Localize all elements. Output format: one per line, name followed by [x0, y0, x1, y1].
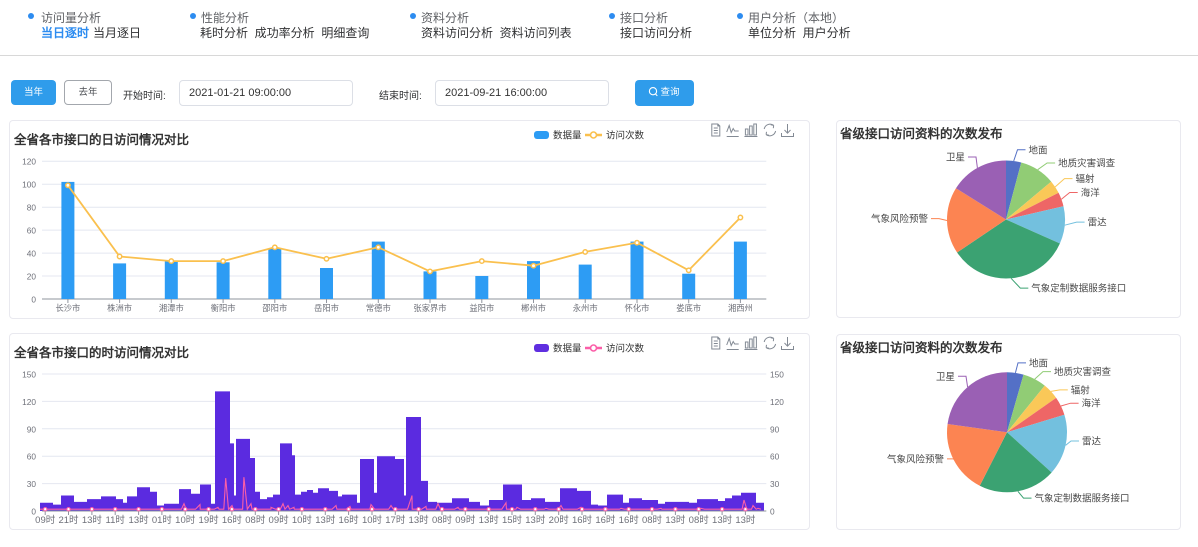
svg-text:16时: 16时: [595, 514, 616, 526]
svg-text:0: 0: [31, 295, 36, 305]
svg-text:衡阳市: 衡阳市: [211, 303, 236, 313]
svg-text:15时: 15时: [502, 514, 523, 526]
svg-text:08时: 08时: [432, 514, 453, 526]
svg-text:株洲市: 株洲市: [107, 303, 132, 313]
svg-text:80: 80: [27, 203, 37, 213]
svg-text:13时: 13时: [82, 514, 103, 526]
svg-text:16时: 16时: [339, 514, 360, 526]
svg-text:60: 60: [27, 226, 37, 236]
svg-text:09时: 09时: [35, 514, 56, 526]
svg-text:01时: 01时: [152, 514, 173, 526]
svg-text:辐射: 辐射: [1076, 173, 1096, 185]
svg-text:120: 120: [22, 397, 36, 407]
svg-text:120: 120: [770, 397, 784, 407]
svg-text:雷达: 雷达: [1082, 436, 1102, 448]
svg-text:地面: 地面: [1029, 144, 1048, 156]
svg-text:10时: 10时: [292, 514, 313, 526]
svg-text:09时: 09时: [269, 514, 290, 526]
svg-text:访问次数: 访问次数: [606, 130, 645, 142]
svg-text:永州市: 永州市: [573, 303, 598, 313]
svg-text:150: 150: [22, 370, 36, 380]
svg-text:16时: 16时: [619, 514, 640, 526]
svg-text:40: 40: [27, 249, 37, 259]
svg-text:09时: 09时: [455, 514, 476, 526]
svg-text:地质灾害调查: 地质灾害调查: [1054, 366, 1112, 378]
svg-text:地面: 地面: [1029, 357, 1048, 369]
svg-text:13时: 13时: [712, 514, 733, 526]
svg-text:海洋: 海洋: [1082, 398, 1102, 410]
svg-text:08时: 08时: [642, 514, 663, 526]
svg-text:08时: 08时: [689, 514, 710, 526]
svg-text:益阳市: 益阳市: [469, 303, 494, 313]
svg-text:0: 0: [770, 507, 775, 517]
svg-text:90: 90: [27, 424, 37, 434]
svg-text:100: 100: [22, 180, 36, 190]
svg-text:雷达: 雷达: [1088, 217, 1108, 229]
svg-text:卫星: 卫星: [946, 153, 965, 164]
svg-text:60: 60: [27, 452, 37, 462]
svg-text:16时: 16时: [222, 514, 243, 526]
svg-text:08时: 08时: [245, 514, 266, 526]
svg-text:张家界市: 张家界市: [413, 303, 446, 313]
svg-text:怀化市: 怀化市: [625, 303, 650, 313]
svg-text:13时: 13时: [525, 514, 546, 526]
svg-text:10时: 10时: [362, 514, 383, 526]
svg-text:13时: 13时: [315, 514, 336, 526]
svg-text:湘潭市: 湘潭市: [159, 303, 184, 313]
svg-text:120: 120: [22, 157, 36, 167]
svg-text:16时: 16时: [572, 514, 593, 526]
svg-text:访问次数: 访问次数: [606, 343, 645, 355]
svg-text:岳阳市: 岳阳市: [314, 303, 339, 313]
svg-text:常德市: 常德市: [366, 303, 391, 313]
svg-text:查询: 查询: [661, 86, 680, 98]
svg-text:地质灾害调查: 地质灾害调查: [1058, 158, 1116, 170]
svg-text:20: 20: [27, 272, 37, 282]
svg-text:11时: 11时: [106, 514, 126, 526]
svg-text:20时: 20时: [549, 514, 570, 526]
svg-text:长沙市: 长沙市: [55, 303, 80, 313]
svg-text:气象定制数据服务接口: 气象定制数据服务接口: [1031, 283, 1126, 295]
svg-text:21时: 21时: [58, 514, 79, 526]
svg-text:17时: 17时: [385, 514, 406, 526]
svg-text:气象定制数据服务接口: 气象定制数据服务接口: [1035, 493, 1130, 505]
svg-text:气象风险预警: 气象风险预警: [887, 453, 945, 465]
svg-text:13时: 13时: [409, 514, 430, 526]
svg-text:湘西州: 湘西州: [728, 303, 753, 313]
svg-text:卫星: 卫星: [936, 372, 955, 383]
svg-text:邵阳市: 邵阳市: [262, 303, 287, 313]
svg-text:13时: 13时: [735, 514, 756, 526]
svg-text:13时: 13时: [665, 514, 686, 526]
svg-text:30: 30: [770, 479, 780, 489]
svg-text:海洋: 海洋: [1081, 187, 1101, 199]
svg-text:19时: 19时: [199, 514, 220, 526]
svg-text:13时: 13时: [129, 514, 150, 526]
svg-text:10时: 10时: [175, 514, 196, 526]
svg-text:60: 60: [770, 452, 780, 462]
svg-text:气象风险预警: 气象风险预警: [871, 213, 929, 225]
svg-text:郴州市: 郴州市: [521, 303, 546, 313]
svg-text:数据量: 数据量: [553, 130, 582, 142]
svg-text:13时: 13时: [479, 514, 500, 526]
svg-text:数据量: 数据量: [553, 343, 582, 355]
svg-text:30: 30: [27, 479, 37, 489]
svg-text:90: 90: [770, 424, 780, 434]
svg-text:150: 150: [770, 370, 784, 380]
svg-text:辐射: 辐射: [1071, 384, 1091, 396]
svg-text:娄底市: 娄底市: [676, 303, 701, 313]
